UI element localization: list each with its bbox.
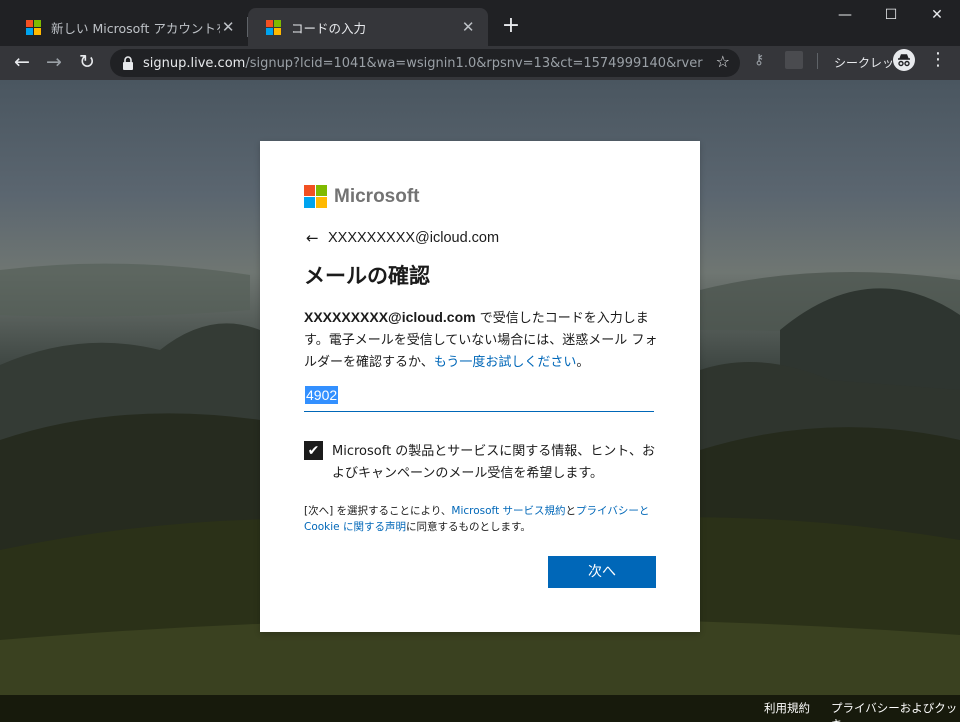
- verify-email-card: Microsoft ← XXXXXXXXX@icloud.com メールの確認 …: [260, 141, 700, 632]
- address-bar[interactable]: signup.live.com/signup?lcid=1041&wa=wsig…: [110, 49, 740, 77]
- key-icon[interactable]: ⚷: [754, 51, 772, 69]
- bookmark-star-icon[interactable]: ☆: [716, 52, 730, 71]
- identity-email: XXXXXXXXX@icloud.com: [328, 230, 500, 246]
- next-button[interactable]: 次へ: [548, 556, 656, 588]
- identity-back-button[interactable]: ← XXXXXXXXX@icloud.com: [306, 229, 499, 247]
- close-tab-icon[interactable]: ✕: [220, 18, 236, 36]
- terms-notice: [次へ] を選択することにより、Microsoft サービス規約とプライバシーと…: [304, 503, 660, 535]
- close-window-button[interactable]: ✕: [914, 0, 960, 30]
- terms-suffix: に同意するものとします。: [405, 521, 531, 533]
- instruction-text: XXXXXXXXX@icloud.com で受信したコードを入力します。電子メー…: [304, 306, 660, 374]
- marketing-opt-in-label: Microsoft の製品とサービスに関する情報、ヒント、およびキャンペーンのメ…: [332, 444, 656, 481]
- browser-toolbar: ← → ↻ signup.live.com/signup?lcid=1041&w…: [0, 46, 960, 80]
- service-agreement-link[interactable]: Microsoft サービス規約: [451, 505, 565, 517]
- url-host: signup.live.com: [143, 55, 246, 71]
- incognito-icon[interactable]: [893, 49, 915, 71]
- url-text: signup.live.com/signup?lcid=1041&wa=wsig…: [143, 56, 703, 71]
- tab-enter-code[interactable]: コードの入力 ✕: [248, 8, 488, 46]
- page-title: メールの確認: [304, 264, 430, 288]
- url-path: /signup?lcid=1041&wa=wsignin1.0&rpsnv=13…: [245, 55, 703, 71]
- tab-create-account[interactable]: 新しい Microsoft アカウントを作成す ✕: [8, 8, 248, 46]
- extension-icon[interactable]: [785, 51, 803, 69]
- terms-and: と: [565, 505, 577, 517]
- retry-link[interactable]: もう一度お試しください: [434, 355, 577, 370]
- page-footer: 利用規約 プライバシーおよびクッキー: [0, 695, 960, 722]
- maximize-button[interactable]: ☐: [868, 0, 914, 30]
- microsoft-logo-icon: [266, 19, 281, 35]
- terms-prefix: [次へ] を選択することにより、: [304, 505, 452, 517]
- microsoft-logo-icon: [304, 185, 327, 208]
- menu-icon[interactable]: ⋮: [929, 49, 947, 71]
- minimize-button[interactable]: —: [822, 0, 868, 30]
- tab-title: 新しい Microsoft アカウントを作成す: [51, 20, 220, 36]
- close-tab-icon[interactable]: ✕: [460, 18, 476, 36]
- forward-button[interactable]: →: [40, 49, 68, 77]
- new-tab-button[interactable]: +: [497, 13, 525, 41]
- back-button[interactable]: ←: [8, 49, 36, 77]
- instruction-email: XXXXXXXXX@icloud.com: [304, 309, 476, 325]
- marketing-opt-in-checkbox[interactable]: ✔: [304, 441, 323, 460]
- toolbar-divider: [817, 53, 818, 69]
- microsoft-logo-icon: [26, 19, 41, 35]
- tab-strip: 新しい Microsoft アカウントを作成す ✕ コードの入力 ✕ + — ☐…: [0, 0, 960, 46]
- instruction-end: 。: [576, 355, 590, 370]
- footer-privacy-link[interactable]: プライバシーおよびクッキー: [831, 700, 960, 722]
- code-input[interactable]: [304, 382, 654, 412]
- footer-terms-link[interactable]: 利用規約: [764, 700, 810, 716]
- code-input-value: 4902: [305, 386, 339, 404]
- brand-name: Microsoft: [334, 185, 420, 207]
- microsoft-brand: Microsoft: [304, 185, 420, 208]
- lock-icon: [123, 56, 133, 70]
- back-arrow-icon: ←: [306, 229, 319, 247]
- tab-title: コードの入力: [291, 20, 367, 36]
- reload-button[interactable]: ↻: [73, 49, 101, 77]
